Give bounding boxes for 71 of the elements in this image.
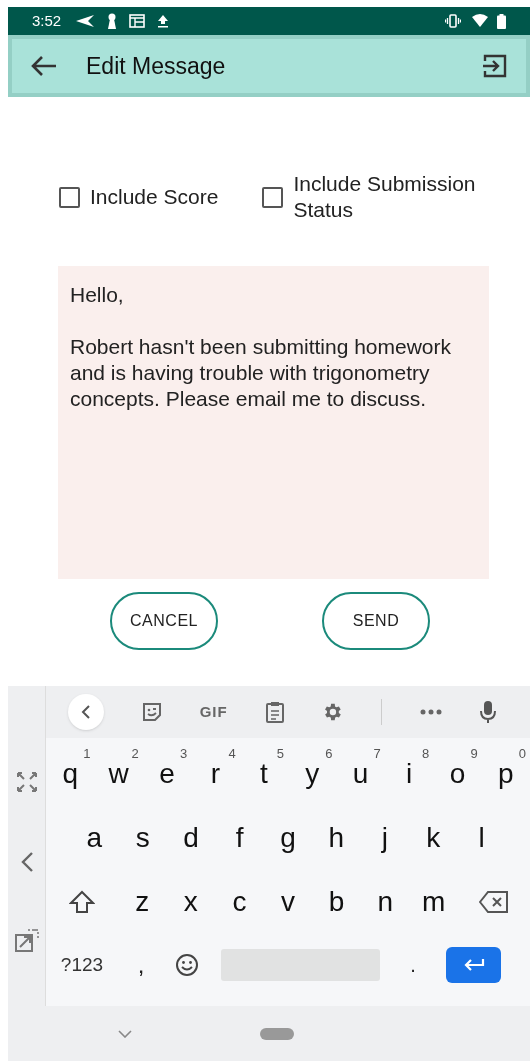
checkbox[interactable]	[262, 186, 284, 208]
sticker-icon[interactable]	[141, 702, 162, 722]
key-hint: 2	[131, 745, 139, 763]
upload-icon	[157, 14, 170, 28]
chevron-left-icon	[81, 705, 91, 719]
key[interactable]: c	[215, 870, 264, 934]
key[interactable]: v	[263, 870, 313, 934]
key[interactable]: x	[166, 870, 216, 934]
action-button[interactable]: CANCEL	[110, 592, 218, 650]
key[interactable]: i 8	[384, 742, 434, 806]
key[interactable]: h	[312, 806, 361, 870]
key[interactable]: p 0	[481, 742, 530, 806]
key[interactable]: t 5	[239, 742, 289, 806]
key[interactable]: z	[118, 870, 167, 934]
microphone-icon[interactable]	[479, 700, 496, 724]
send-icon	[75, 14, 96, 28]
expand-icon[interactable]	[15, 771, 38, 793]
vibrate-icon	[445, 14, 461, 28]
enter-key[interactable]	[446, 947, 501, 983]
more-icon[interactable]	[420, 709, 443, 715]
message-field[interactable]: Hello, Robert hasn't been submitting homework and is having trouble with trigonometry concepts. Please email me to discuss.	[58, 266, 489, 579]
key[interactable]: r 4	[191, 742, 240, 806]
key[interactable]: m	[409, 870, 459, 934]
key[interactable]: u 7	[336, 742, 385, 806]
emoji-icon[interactable]	[175, 953, 199, 977]
key[interactable]: .	[380, 950, 446, 980]
calendar-icon	[129, 14, 146, 28]
key[interactable]: o 9	[433, 742, 482, 806]
key-hint: 4	[228, 745, 236, 763]
enter-arrow-icon	[462, 958, 485, 972]
key[interactable]: k	[409, 806, 458, 870]
gif-button[interactable]: GIF	[199, 700, 228, 724]
key[interactable]: y 6	[288, 742, 337, 806]
key-hint: 7	[373, 745, 381, 763]
back-arrow-icon[interactable]	[30, 54, 58, 78]
key-hint: 3	[180, 745, 188, 763]
key[interactable]: q 1	[46, 742, 95, 806]
key[interactable]: b	[312, 870, 361, 934]
exit-icon[interactable]	[482, 54, 508, 78]
key[interactable]: s	[118, 806, 167, 870]
key[interactable]: f	[215, 806, 264, 870]
action-button[interactable]: SEND	[322, 592, 430, 650]
key-hint: 6	[325, 745, 333, 763]
key[interactable]: a	[70, 806, 119, 870]
key[interactable]: ,	[118, 947, 164, 983]
key-hint: 5	[276, 745, 285, 763]
key[interactable]: l	[457, 806, 506, 870]
clipboard-icon[interactable]	[265, 701, 284, 723]
checkbox-label: Include Score	[90, 184, 219, 210]
chevron-left-icon[interactable]	[19, 851, 34, 873]
key-hint: 9	[470, 745, 478, 763]
checkbox[interactable]	[59, 186, 80, 208]
screen-title: Edit Message	[86, 51, 226, 81]
keyhole-icon	[107, 13, 118, 29]
checkbox-label: Include Submission Status	[293, 171, 477, 223]
key-hint: 0	[518, 745, 527, 763]
status-time: 3:52	[32, 10, 62, 31]
floating-keyboard-icon[interactable]	[14, 929, 39, 953]
collapse-button[interactable]	[68, 694, 104, 730]
chevron-down-icon[interactable]	[118, 1029, 132, 1038]
key[interactable]: d	[166, 806, 216, 870]
symbols-key[interactable]: ?123	[46, 950, 118, 980]
key[interactable]: j	[360, 806, 410, 870]
key[interactable]: g	[263, 806, 313, 870]
key-hint: 1	[83, 745, 91, 763]
key[interactable]: n	[360, 870, 410, 934]
key-hint: 8	[422, 745, 430, 763]
wifi-icon	[471, 14, 489, 28]
key[interactable]: e 3	[142, 742, 192, 806]
battery-icon	[497, 13, 506, 29]
key[interactable]: w 2	[94, 742, 143, 806]
